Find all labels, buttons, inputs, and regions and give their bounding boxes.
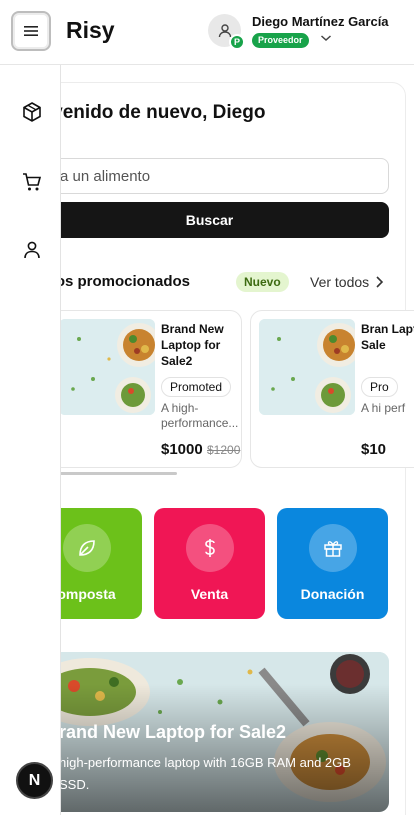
nav-item-profile[interactable]: [20, 238, 44, 262]
cart-icon: [23, 173, 42, 191]
promoted-badge: Pro: [361, 377, 398, 397]
category-label: Donación: [300, 586, 365, 602]
chevron-right-icon[interactable]: [374, 275, 384, 289]
hamburger-icon: [24, 26, 38, 36]
top-header: Risy P Diego Martínez García Proveedor: [0, 0, 414, 65]
search-button[interactable]: Buscar: [30, 202, 389, 238]
app-logo-text: Risy: [66, 17, 115, 43]
product-price: $10: [361, 441, 387, 458]
see-all-link[interactable]: Ver todos: [310, 274, 369, 290]
product-card[interactable]: Brand New Laptop for Sale2 Promoted A hi…: [50, 310, 242, 468]
nav-item-cart[interactable]: [20, 170, 44, 194]
menu-toggle-button[interactable]: [11, 11, 51, 51]
product-price: $1000: [161, 441, 203, 458]
user-name[interactable]: Diego Martínez García: [252, 14, 389, 29]
featured-banner[interactable]: rand New Laptop for Sale2 high-performan…: [30, 652, 389, 812]
app-root: Risy P Diego Martínez García Proveedor e…: [0, 0, 414, 815]
dollar-icon: [186, 524, 234, 572]
floating-n-button[interactable]: N: [16, 762, 53, 799]
banner-title: rand New Laptop for Sale2: [59, 722, 287, 742]
user-icon: [24, 241, 40, 259]
category-label: Venta: [190, 586, 229, 602]
product-old-price: $1200: [207, 443, 241, 457]
leaf-icon: [63, 524, 111, 572]
package-icon: [23, 102, 41, 122]
welcome-heading: envenido de nuevo, Diego: [30, 102, 266, 123]
avatar-status-badge: P: [229, 34, 245, 50]
carousel-scrollbar[interactable]: [60, 472, 177, 475]
chevron-down-icon[interactable]: [320, 33, 332, 43]
product-image: [259, 319, 355, 415]
product-description: A high-performance...: [161, 401, 239, 430]
product-title: Bran Lapt Sale: [361, 322, 414, 352]
banner-description: high-performance laptop with 16GB RAM an…: [59, 755, 351, 792]
side-navigation: [0, 65, 61, 815]
category-tile-donacion[interactable]: Donación: [277, 508, 388, 619]
new-badge: Nuevo: [236, 272, 289, 292]
product-description: A hi perf: [361, 401, 406, 415]
gift-icon: [309, 524, 357, 572]
promoted-badge: Promoted: [161, 377, 232, 397]
nav-item-products[interactable]: [20, 100, 44, 124]
food-search-input[interactable]: [30, 158, 389, 194]
role-badge: Proveedor: [252, 33, 309, 48]
product-title: Brand New Laptop for Sale2: [161, 322, 224, 368]
product-image: [59, 319, 155, 415]
product-card[interactable]: Bran Lapt Sale Pro A hi perf $10: [250, 310, 414, 468]
category-tile-venta[interactable]: Venta: [154, 508, 265, 619]
